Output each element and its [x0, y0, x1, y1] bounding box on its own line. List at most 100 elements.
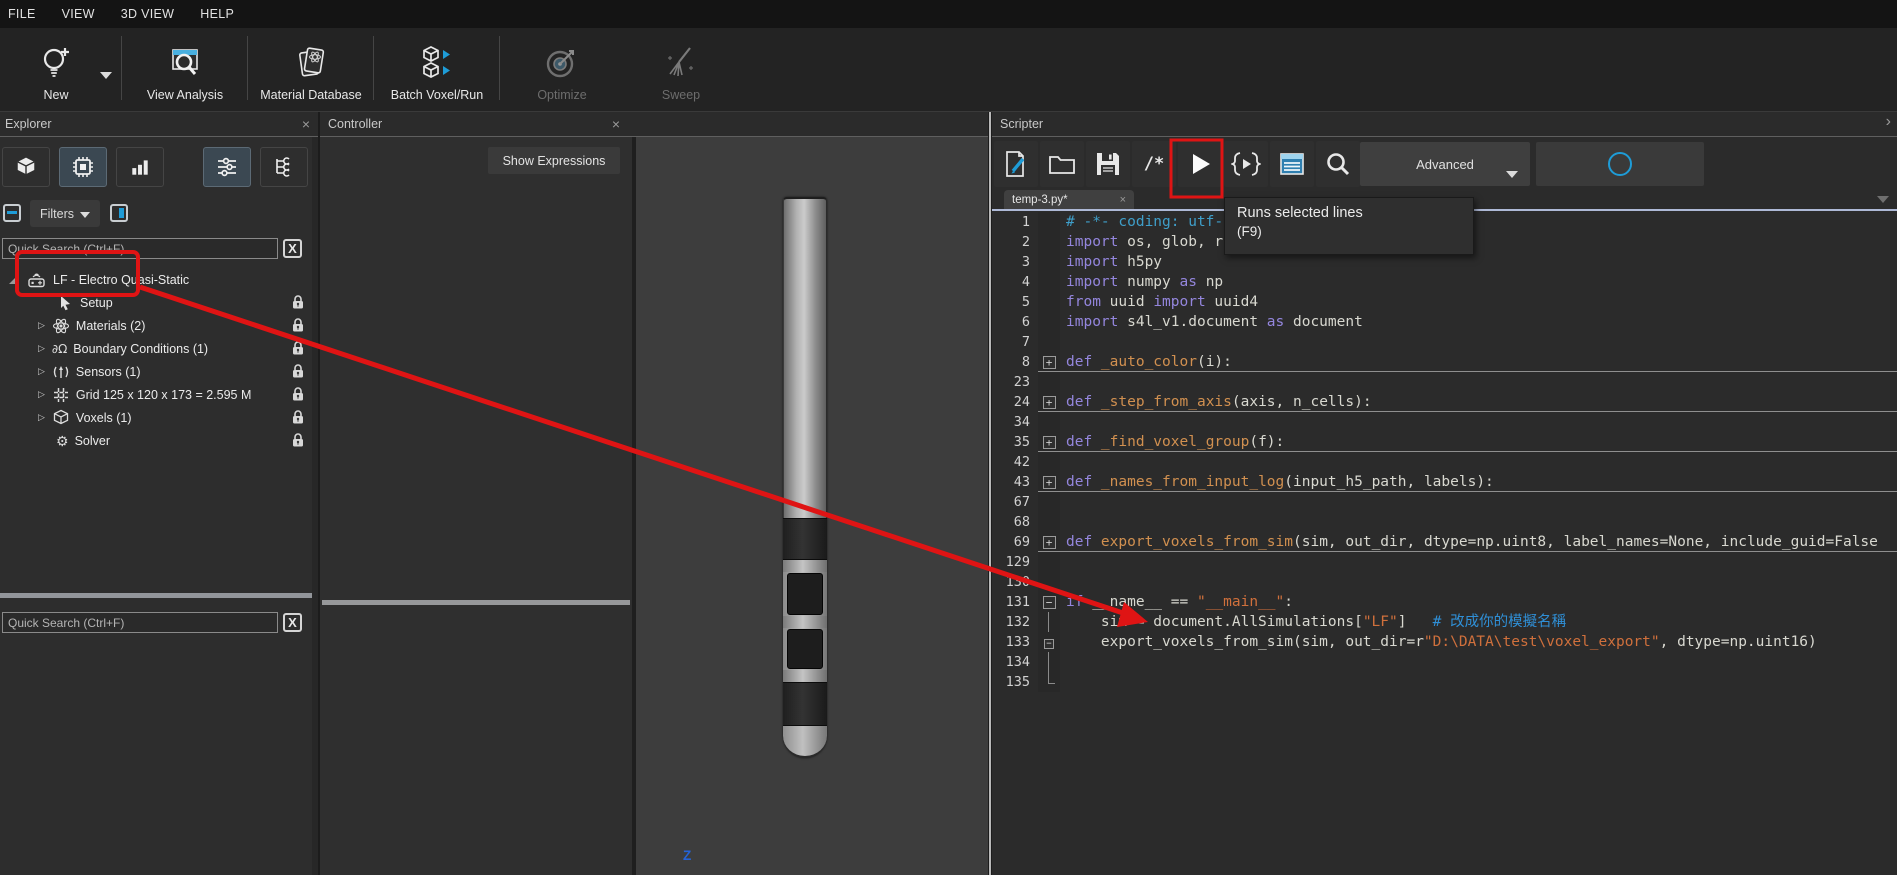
fold-expand-icon[interactable]: + [1043, 536, 1056, 549]
tree-item-solver[interactable]: ⚙ Solver [0, 429, 312, 452]
fold-margin[interactable] [1038, 312, 1060, 332]
code-line[interactable]: 23 [992, 372, 1897, 392]
search-script-button[interactable] [1316, 141, 1360, 187]
expander-open-icon[interactable] [9, 276, 17, 284]
model-view-button[interactable] [2, 147, 50, 187]
open-script-button[interactable] [1040, 141, 1084, 187]
tree-item-grid[interactable]: ▷ Grid 125 x 120 x 173 = 2.595 M [0, 383, 312, 406]
fold-margin[interactable] [1038, 372, 1060, 392]
fold-margin[interactable] [1038, 652, 1060, 672]
fold-margin[interactable]: + [1038, 432, 1060, 452]
fold-collapse-icon[interactable]: − [1044, 639, 1054, 649]
fold-expand-icon[interactable]: + [1043, 436, 1056, 449]
code-editor[interactable]: 1# -*- coding: utf-8 -*-2import os, glob… [992, 212, 1897, 692]
panel-toggle-button[interactable] [110, 204, 128, 222]
fold-expand-icon[interactable]: + [1043, 356, 1056, 369]
fold-margin[interactable] [1038, 232, 1060, 252]
fold-margin[interactable] [1038, 292, 1060, 312]
code-line[interactable]: 24+def _step_from_axis(axis, n_cells): [992, 392, 1897, 412]
code-line[interactable]: 8+def _auto_color(i): [992, 352, 1897, 372]
run-selected-lines-button[interactable] [1224, 141, 1268, 187]
fold-margin[interactable]: + [1038, 532, 1060, 552]
fold-margin[interactable] [1038, 212, 1060, 232]
code-line[interactable]: 42 [992, 452, 1897, 472]
code-line[interactable]: 4import numpy as np [992, 272, 1897, 292]
code-line[interactable]: 3import h5py [992, 252, 1897, 272]
code-line[interactable]: 133− export_voxels_from_sim(sim, out_dir… [992, 632, 1897, 652]
explorer-splitter[interactable] [0, 593, 312, 598]
hierarchy-view-button[interactable] [260, 147, 308, 187]
fold-margin[interactable]: + [1038, 352, 1060, 372]
tab-list-arrow-icon[interactable] [1877, 196, 1889, 203]
panel-splitter[interactable] [989, 112, 991, 875]
explorer-close-icon[interactable]: × [302, 116, 310, 132]
code-line[interactable]: 5from uuid import uuid4 [992, 292, 1897, 312]
code-line[interactable]: 35+def _find_voxel_group(f): [992, 432, 1897, 452]
fold-margin[interactable]: − [1038, 592, 1060, 612]
quick-search-input-2[interactable] [2, 612, 278, 633]
menu-view[interactable]: VIEW [62, 7, 95, 21]
fold-margin[interactable]: − [1038, 632, 1060, 652]
fold-margin[interactable] [1038, 492, 1060, 512]
simulation-view-button[interactable] [59, 147, 107, 187]
new-button[interactable]: New [8, 30, 104, 108]
fold-margin[interactable]: + [1038, 472, 1060, 492]
fold-margin[interactable] [1038, 412, 1060, 432]
run-script-button[interactable] [1178, 141, 1222, 187]
collapse-all-button[interactable] [3, 204, 21, 222]
fold-margin[interactable] [1038, 572, 1060, 592]
tree-item-boundary-conditions[interactable]: ▷ ∂Ω Boundary Conditions (1) [0, 337, 312, 360]
filter-settings-button[interactable] [203, 147, 251, 187]
code-line[interactable]: 68 [992, 512, 1897, 532]
fold-margin[interactable] [1038, 272, 1060, 292]
controller-close-icon[interactable]: × [612, 116, 620, 132]
tree-item-voxels[interactable]: ▷ Voxels (1) [0, 406, 312, 429]
comment-button[interactable]: /* [1132, 141, 1176, 187]
quick-search-input[interactable] [2, 238, 278, 259]
save-script-button[interactable] [1086, 141, 1130, 187]
fold-margin[interactable] [1038, 612, 1060, 632]
expander-closed-icon[interactable]: ▷ [38, 343, 45, 354]
expander-closed-icon[interactable]: ▷ [38, 320, 45, 331]
code-line[interactable]: 132 sim = document.AllSimulations["LF"] … [992, 612, 1897, 632]
code-line[interactable]: 67 [992, 492, 1897, 512]
search-clear-button[interactable]: X [283, 239, 302, 258]
fold-expand-icon[interactable]: + [1043, 476, 1056, 489]
fold-margin[interactable] [1038, 452, 1060, 472]
code-line[interactable]: 6import s4l_v1.document as document [992, 312, 1897, 332]
code-line[interactable]: 131−if __name__ == "__main__": [992, 592, 1897, 612]
new-script-button[interactable] [994, 141, 1038, 187]
analysis-view-button[interactable] [116, 147, 164, 187]
probe-model[interactable] [783, 197, 827, 758]
fold-margin[interactable] [1038, 672, 1060, 692]
new-dropdown-arrow[interactable] [100, 72, 112, 79]
menu-file[interactable]: FILE [8, 7, 36, 21]
show-expressions-button[interactable]: Show Expressions [488, 147, 620, 174]
fold-margin[interactable] [1038, 552, 1060, 572]
fold-margin[interactable] [1038, 252, 1060, 272]
code-line[interactable]: 7 [992, 332, 1897, 352]
code-line[interactable]: 34 [992, 412, 1897, 432]
fold-expand-icon[interactable]: + [1043, 396, 1056, 409]
tree-item-simulation[interactable]: LF - Electro Quasi-Static [0, 268, 312, 291]
code-line[interactable]: 69+def export_voxels_from_sim(sim, out_d… [992, 532, 1897, 552]
tree-item-setup[interactable]: Setup [0, 291, 312, 314]
help-button[interactable] [1536, 142, 1704, 186]
fold-margin[interactable] [1038, 332, 1060, 352]
view-analysis-button[interactable]: View Analysis [125, 30, 245, 108]
material-database-button[interactable]: Material Database [250, 30, 372, 108]
tree-item-sensors[interactable]: ▷ Sensors (1) [0, 360, 312, 383]
code-line[interactable]: 130 [992, 572, 1897, 592]
fold-margin[interactable] [1038, 512, 1060, 532]
code-line[interactable]: 129 [992, 552, 1897, 572]
batch-voxel-run-button[interactable]: Batch Voxel/Run [376, 30, 498, 108]
panel-expand-chevron-icon[interactable]: › [1886, 114, 1891, 130]
filters-dropdown[interactable]: Filters [30, 200, 100, 227]
menu-3d-view[interactable]: 3D VIEW [121, 7, 175, 21]
expander-closed-icon[interactable]: ▷ [38, 389, 45, 400]
advanced-mode-dropdown[interactable]: Advanced [1360, 142, 1530, 186]
fold-collapse-icon[interactable]: − [1043, 596, 1056, 609]
code-line[interactable]: 134 [992, 652, 1897, 672]
controller-splitter[interactable] [322, 600, 630, 605]
code-line[interactable]: 43+def _names_from_input_log(input_h5_pa… [992, 472, 1897, 492]
